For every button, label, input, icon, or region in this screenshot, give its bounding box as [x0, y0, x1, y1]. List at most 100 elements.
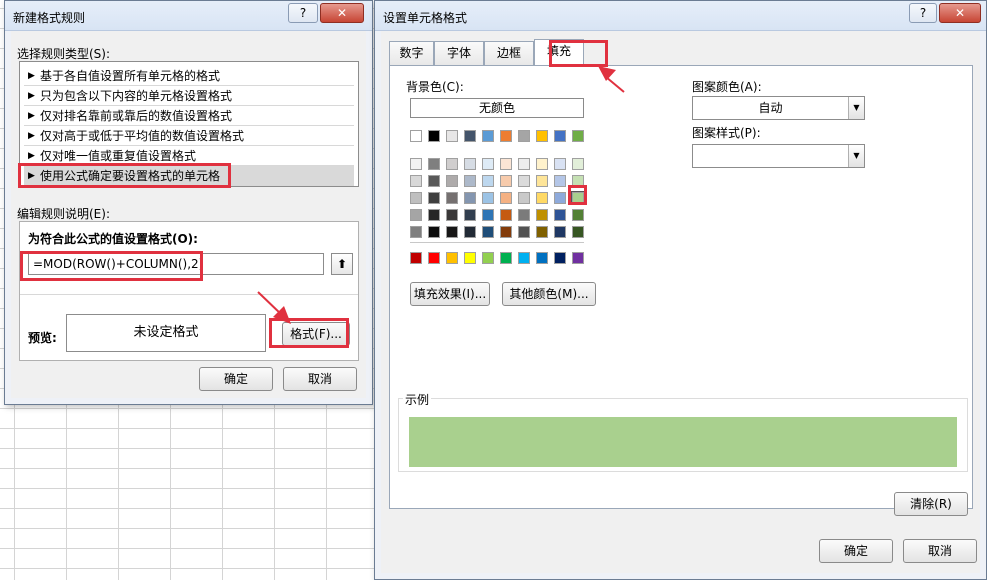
color-swatch[interactable] — [482, 226, 494, 238]
color-swatch[interactable] — [518, 158, 530, 170]
color-swatch[interactable] — [482, 130, 494, 142]
color-swatch[interactable] — [446, 192, 458, 204]
color-swatch[interactable] — [518, 130, 530, 142]
color-swatch[interactable] — [464, 130, 476, 142]
ok-button[interactable]: 确定 — [819, 539, 893, 563]
color-swatch[interactable] — [464, 192, 476, 204]
cancel-button[interactable]: 取消 — [283, 367, 357, 391]
color-swatch[interactable] — [410, 209, 422, 221]
color-swatch[interactable] — [446, 252, 458, 264]
color-swatch[interactable] — [518, 175, 530, 187]
fill-effects-button[interactable]: 填充效果(I)... — [410, 282, 490, 306]
color-swatch[interactable] — [410, 192, 422, 204]
color-swatch[interactable] — [518, 226, 530, 238]
tab-font[interactable]: 字体 — [434, 41, 484, 65]
range-collapse-button[interactable]: ⬆ — [331, 253, 353, 275]
color-swatch[interactable] — [482, 192, 494, 204]
color-swatch[interactable] — [428, 192, 440, 204]
rule-type-item[interactable]: ▶ 仅对排名靠前或靠后的数值设置格式 — [24, 106, 354, 126]
color-swatch[interactable] — [554, 192, 566, 204]
color-swatch[interactable] — [536, 226, 548, 238]
rule-type-item[interactable]: ▶ 仅对高于或低于平均值的数值设置格式 — [24, 126, 354, 146]
color-swatch[interactable] — [536, 130, 548, 142]
color-swatch[interactable] — [428, 175, 440, 187]
rule-type-item[interactable]: ▶ 仅对唯一值或重复值设置格式 — [24, 146, 354, 166]
ok-button[interactable]: 确定 — [199, 367, 273, 391]
cancel-button[interactable]: 取消 — [903, 539, 977, 563]
formula-input[interactable]: =MOD(ROW()+COLUMN(),2) — [28, 253, 324, 275]
color-swatch[interactable] — [536, 175, 548, 187]
color-swatch[interactable] — [572, 226, 584, 238]
color-swatch[interactable] — [410, 175, 422, 187]
color-swatch[interactable] — [572, 175, 584, 187]
chevron-down-icon[interactable]: ▼ — [848, 145, 864, 167]
color-swatch[interactable] — [410, 226, 422, 238]
color-swatch[interactable] — [428, 226, 440, 238]
color-swatch[interactable] — [500, 158, 512, 170]
rule-type-item[interactable]: ▶ 只为包含以下内容的单元格设置格式 — [24, 86, 354, 106]
color-swatch[interactable] — [554, 226, 566, 238]
color-swatch[interactable] — [482, 158, 494, 170]
color-swatch[interactable] — [428, 209, 440, 221]
color-swatch[interactable] — [500, 192, 512, 204]
color-swatch[interactable] — [428, 158, 440, 170]
color-swatch[interactable] — [446, 175, 458, 187]
color-swatch[interactable] — [464, 158, 476, 170]
no-color-button[interactable]: 无颜色 — [410, 98, 584, 118]
color-swatch[interactable] — [464, 209, 476, 221]
color-swatch[interactable] — [536, 158, 548, 170]
color-swatch[interactable] — [446, 158, 458, 170]
color-swatch[interactable] — [571, 191, 585, 205]
rule-type-list[interactable]: ▶ 基于各自值设置所有单元格的格式 ▶ 只为包含以下内容的单元格设置格式 ▶ 仅对排名靠前… — [19, 61, 359, 187]
color-swatch[interactable] — [410, 130, 422, 142]
clear-button[interactable]: 清除(R) — [894, 492, 968, 516]
color-swatch[interactable] — [518, 252, 530, 264]
rule-type-item[interactable]: ▶ 基于各自值设置所有单元格的格式 — [24, 66, 354, 86]
color-swatch[interactable] — [410, 252, 422, 264]
format-button[interactable]: 格式(F)... — [282, 322, 350, 346]
color-swatch[interactable] — [500, 175, 512, 187]
color-swatch[interactable] — [500, 130, 512, 142]
color-swatch[interactable] — [572, 158, 584, 170]
color-swatch[interactable] — [554, 252, 566, 264]
color-swatch[interactable] — [482, 209, 494, 221]
color-swatch[interactable] — [482, 175, 494, 187]
color-swatch[interactable] — [554, 158, 566, 170]
color-swatch[interactable] — [500, 209, 512, 221]
color-swatch[interactable] — [500, 252, 512, 264]
color-swatch[interactable] — [536, 252, 548, 264]
help-button[interactable]: ? — [909, 3, 937, 23]
color-swatch[interactable] — [428, 130, 440, 142]
color-swatch[interactable] — [446, 209, 458, 221]
color-swatch[interactable] — [572, 252, 584, 264]
color-swatch[interactable] — [464, 252, 476, 264]
help-button[interactable]: ? — [288, 3, 318, 23]
pattern-color-select[interactable]: 自动 ▼ — [692, 96, 865, 120]
color-swatch[interactable] — [554, 209, 566, 221]
tab-fill[interactable]: 填充 — [534, 39, 584, 66]
color-swatch[interactable] — [428, 252, 440, 264]
close-button[interactable]: ✕ — [939, 3, 981, 23]
color-swatch[interactable] — [572, 130, 584, 142]
tab-number[interactable]: 数字 — [389, 41, 434, 65]
color-swatch[interactable] — [536, 209, 548, 221]
color-swatch[interactable] — [554, 130, 566, 142]
color-swatch[interactable] — [464, 226, 476, 238]
color-swatch[interactable] — [518, 192, 530, 204]
color-swatch[interactable] — [536, 192, 548, 204]
color-swatch[interactable] — [518, 209, 530, 221]
more-colors-button[interactable]: 其他颜色(M)... — [502, 282, 596, 306]
tab-border[interactable]: 边框 — [484, 41, 534, 65]
close-button[interactable]: ✕ — [320, 3, 364, 23]
color-swatch[interactable] — [464, 175, 476, 187]
color-swatch[interactable] — [554, 175, 566, 187]
color-swatch[interactable] — [482, 252, 494, 264]
rule-type-item[interactable]: ▶ 使用公式确定要设置格式的单元格 — [24, 166, 354, 186]
color-swatch[interactable] — [572, 209, 584, 221]
color-swatch[interactable] — [446, 130, 458, 142]
color-swatch[interactable] — [500, 226, 512, 238]
color-swatch[interactable] — [410, 158, 422, 170]
color-swatch[interactable] — [446, 226, 458, 238]
pattern-style-select[interactable]: ▼ — [692, 144, 865, 168]
chevron-down-icon[interactable]: ▼ — [848, 97, 864, 119]
